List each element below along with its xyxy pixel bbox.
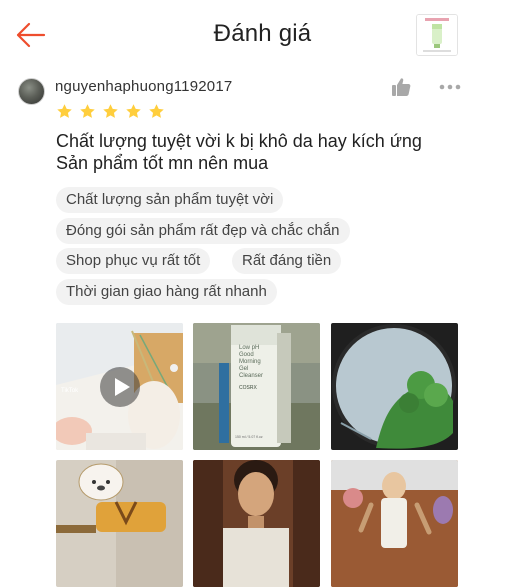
review-image-thumbnail[interactable]: Low pH Good Morning Gel Cleanser COSRX 1… [193,323,320,450]
review-tag: Rất đáng tiền [232,248,342,274]
product-thumbnail[interactable] [416,14,458,56]
review-video-thumbnail[interactable]: TikTok [56,323,183,450]
product-label-line: Cleanser [239,373,264,379]
review-tag: Chất lượng sản phẩm tuyệt vời [56,187,284,213]
star-icon [80,104,95,118]
tiktok-label: TikTok [61,388,79,394]
star-icon [57,104,72,118]
header-bar: Đánh giá [0,0,525,70]
more-options-button[interactable] [438,76,462,98]
like-button[interactable] [390,76,412,98]
product-label: Low pH Good Morning Gel Cleanser COSRX [239,345,279,392]
review-tag: Shop phục vụ rất tốt [56,248,211,274]
volume-label: 150 ml / 5.07 fl.oz [235,435,263,439]
thumbs-up-icon [392,78,411,96]
star-rating [56,103,166,121]
reviewer-username[interactable]: nguyenhaphuong1192017 [55,78,232,95]
review-image-thumbnail[interactable] [331,323,458,450]
review-image-thumbnail[interactable] [331,460,458,587]
review-image-thumbnail[interactable] [56,460,183,587]
review-tag: Thời gian giao hàng rất nhanh [56,279,277,305]
star-icon [126,104,141,118]
review-tag: Đóng gói sản phẩm rất đẹp và chắc chắn [56,218,350,244]
review-text: Chất lượng tuyệt vời k bị khô da hay kíc… [56,130,506,174]
product-label-line: Good [239,352,254,358]
star-icon [103,104,118,118]
play-icon[interactable] [99,366,141,408]
review-line: Chất lượng tuyệt vời k bị khô da hay kíc… [56,131,422,151]
review-image-thumbnail[interactable] [193,460,320,587]
product-label-line: Gel [239,366,249,372]
product-label-line: Morning [239,359,261,365]
star-icon [149,104,164,118]
avatar[interactable] [18,78,45,105]
more-horizontal-icon [439,84,461,90]
review-line: Sản phẩm tốt mn nên mua [56,153,269,173]
product-label-line: Low pH [239,345,260,351]
brand-label: COSRX [239,385,257,391]
